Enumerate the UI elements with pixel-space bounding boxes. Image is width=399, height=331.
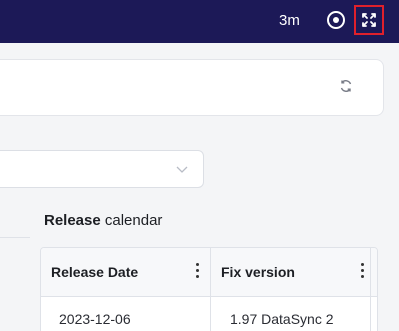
column-header-release-date[interactable]: Release Date (41, 248, 210, 297)
release-table: Release Date Fix version 2023-12-06 1.97… (40, 247, 378, 331)
column-header-label: Fix version (221, 264, 295, 280)
search-card (0, 59, 384, 116)
column-menu-icon[interactable] (356, 261, 368, 281)
table-cell-release-date: 2023-12-06 (59, 311, 131, 327)
refresh-icon[interactable] (338, 78, 354, 94)
expand-icon[interactable] (354, 5, 384, 35)
column-header-fix-version[interactable]: Fix version (211, 248, 377, 297)
table-cell-fix-version: 1.97 DataSync 2 (230, 311, 334, 327)
column-divider (370, 248, 371, 331)
record-icon[interactable] (327, 11, 345, 29)
column-header-label: Release Date (51, 264, 139, 280)
column-divider (210, 248, 211, 331)
timer-label: 3m (279, 12, 300, 29)
filter-select[interactable] (0, 150, 204, 188)
calendar-title: Release calendar (44, 212, 163, 229)
top-bar: 3m (0, 0, 399, 43)
column-menu-icon[interactable] (191, 261, 203, 281)
chevron-down-icon[interactable] (175, 162, 189, 176)
divider (0, 237, 30, 238)
